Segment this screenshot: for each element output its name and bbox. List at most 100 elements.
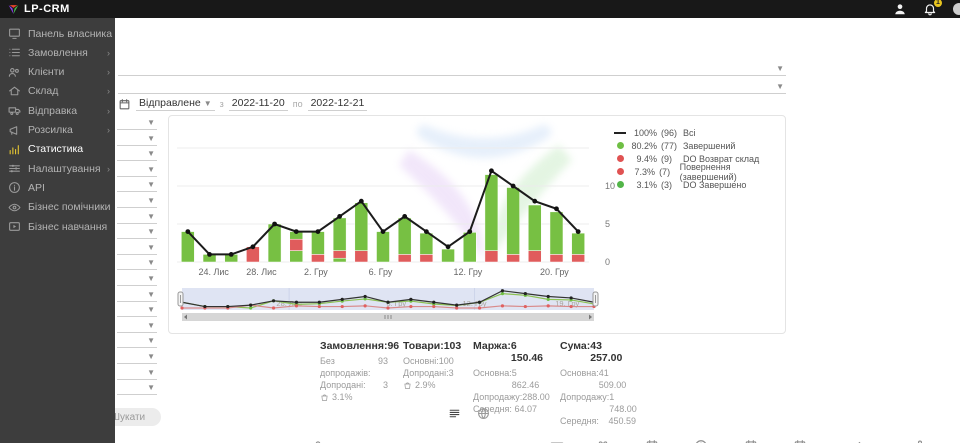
left-filter-select[interactable]: ▼ — [117, 196, 157, 208]
left-filter-select[interactable]: ▼ — [117, 336, 157, 348]
legend-percent: 3.1% — [627, 180, 657, 190]
left-filter-select[interactable]: ▼ — [117, 305, 157, 317]
summary-title: Маржа: — [473, 340, 511, 364]
gift-icon[interactable] — [596, 439, 610, 443]
globe-icon[interactable] — [477, 407, 490, 420]
summary-row-value: 100 — [439, 355, 454, 367]
chart-range-navigator[interactable]: 28. Лис6. Гру12. Гру19. Гру — [173, 288, 603, 328]
sidebar-item-home[interactable]: Склад› — [0, 82, 115, 101]
left-filter-select[interactable]: ▼ — [117, 118, 157, 130]
svg-text:6. Гру: 6. Гру — [369, 267, 393, 277]
summary-row-value: 93 — [378, 355, 388, 379]
summary-row-label: Основні: — [403, 355, 439, 367]
top-filter-select-1[interactable]: ▼ — [118, 63, 786, 76]
sidebar-item-label: Відправка — [28, 105, 77, 117]
dot-swatch — [617, 181, 624, 188]
left-filter-select[interactable]: ▼ — [117, 180, 157, 192]
legend-count: (77) — [661, 141, 683, 151]
date-type-select[interactable]: Відправлене ▼ — [136, 97, 215, 111]
legend-count: (96) — [661, 128, 683, 138]
truck-icon — [8, 104, 21, 117]
banknote-icon[interactable] — [550, 439, 564, 443]
sidebar-item-megaphone[interactable]: Розсилка› — [0, 121, 115, 140]
lp-crm-logo-icon — [7, 3, 20, 16]
left-filter-select[interactable]: ▼ — [117, 258, 157, 270]
chevron-down-icon: ▼ — [776, 64, 784, 73]
sidebar-item-video[interactable]: Бізнес навчання — [0, 217, 115, 236]
list-icon — [8, 46, 21, 59]
legend-percent: 100% — [627, 128, 657, 138]
sidebar-item-label: API — [28, 182, 45, 194]
chevron-down-icon: ▼ — [147, 227, 155, 236]
summary-group: Маржа:6 150.46Основна:5 862.46Допродажу:… — [473, 340, 537, 415]
svg-text:12. Гру: 12. Гру — [453, 267, 482, 277]
clock-icon[interactable] — [694, 439, 708, 443]
lp-crm-app: ▼ ▼ Відправлене ▼ з 2022-11-20 по 2022-1… — [0, 0, 960, 443]
summary-row-value: 450.59 — [608, 415, 636, 427]
chartline-icon[interactable] — [848, 439, 862, 443]
summary-row-label: Допродані: — [320, 379, 366, 391]
sidebar-item-users[interactable]: Клієнти› — [0, 63, 115, 82]
user-icon[interactable] — [893, 2, 907, 16]
legend-item[interactable]: 100%(96)Всі — [613, 126, 783, 139]
sidebar-item-eye[interactable]: Бізнес помічники — [0, 198, 115, 217]
sidebar-item-label: Клієнти — [28, 66, 64, 78]
bell-icon[interactable]: 1 — [923, 2, 937, 16]
sidebar-item-label: Налаштування — [28, 163, 101, 175]
summary-row-label: Середня: — [560, 415, 599, 427]
date-to-input[interactable]: 2022-12-21 — [308, 97, 368, 111]
left-filter-select[interactable]: ▼ — [117, 243, 157, 255]
sliders-icon — [8, 162, 21, 175]
summary-row-value: 288.00 — [522, 391, 550, 403]
chevron-down-icon: ▼ — [147, 196, 155, 205]
legend-item[interactable]: 7.3%(7)Повернення (завершений) — [613, 165, 783, 178]
legend-percent: 9.4% — [627, 154, 657, 164]
legend-label: Повернення (завершений) — [680, 162, 783, 182]
left-filter-select[interactable]: ▼ — [117, 368, 157, 380]
sidebar-item-chartbars[interactable]: Статистика — [0, 140, 115, 159]
left-filter-select[interactable]: ▼ — [117, 227, 157, 239]
sidebar-item-list[interactable]: Замовлення› — [0, 43, 115, 62]
from-prefix-label: з — [220, 99, 224, 109]
bag-icon[interactable] — [311, 439, 325, 443]
avatar[interactable] — [953, 3, 960, 15]
sidebar-item-truck[interactable]: Відправка› — [0, 101, 115, 120]
chevron-down-icon: ▼ — [147, 290, 155, 299]
calarrow-icon[interactable] — [793, 439, 807, 443]
left-filter-select[interactable]: ▼ — [117, 165, 157, 177]
legend-label: DO Завершено — [683, 180, 746, 190]
chevron-down-icon: ▼ — [147, 368, 155, 377]
sidebar-item-monitor[interactable]: Панель власника — [0, 24, 115, 43]
left-filter-select[interactable]: ▼ — [117, 321, 157, 333]
dot-swatch — [617, 142, 624, 149]
sidebar-item-info[interactable]: API — [0, 178, 115, 197]
left-filter-select[interactable]: ▼ — [117, 134, 157, 146]
calendar-icon[interactable] — [744, 439, 758, 443]
date-from-input[interactable]: 2022-11-20 — [229, 97, 288, 111]
summary-row-label: Без допродажів: — [320, 355, 378, 379]
left-filter-select[interactable]: ▼ — [117, 383, 157, 395]
left-filter-select[interactable]: ▼ — [117, 352, 157, 364]
legend-percent: 80.2% — [627, 141, 657, 151]
chart-legend: 100%(96)Всі80.2%(77)Завершений9.4%(9)DO … — [613, 126, 783, 191]
legend-label: Завершений — [683, 141, 735, 151]
chevron-right-icon: › — [107, 48, 110, 58]
dot-swatch — [617, 155, 624, 162]
left-filter-select[interactable]: ▼ — [117, 290, 157, 302]
left-filter-select[interactable]: ▼ — [117, 212, 157, 224]
svg-text:2. Гру: 2. Гру — [304, 267, 328, 277]
top-filter-select-2[interactable]: ▼ — [118, 81, 786, 94]
chevron-down-icon: ▼ — [147, 274, 155, 283]
calnum-icon[interactable]: 12 — [645, 439, 659, 443]
line-swatch — [614, 132, 626, 134]
table-view-icon[interactable] — [448, 407, 461, 420]
left-filter-select[interactable]: ▼ — [117, 149, 157, 161]
person-icon[interactable] — [913, 439, 927, 443]
legend-item[interactable]: 80.2% (77)Завершений — [613, 139, 783, 152]
summary-value: 103 — [444, 340, 462, 352]
bag-icon — [320, 393, 329, 402]
sidebar-item-sliders[interactable]: Налаштування› — [0, 159, 115, 178]
brand[interactable]: LP-CRM — [0, 3, 70, 16]
left-filter-select[interactable]: ▼ — [117, 274, 157, 286]
home-icon — [8, 85, 21, 98]
